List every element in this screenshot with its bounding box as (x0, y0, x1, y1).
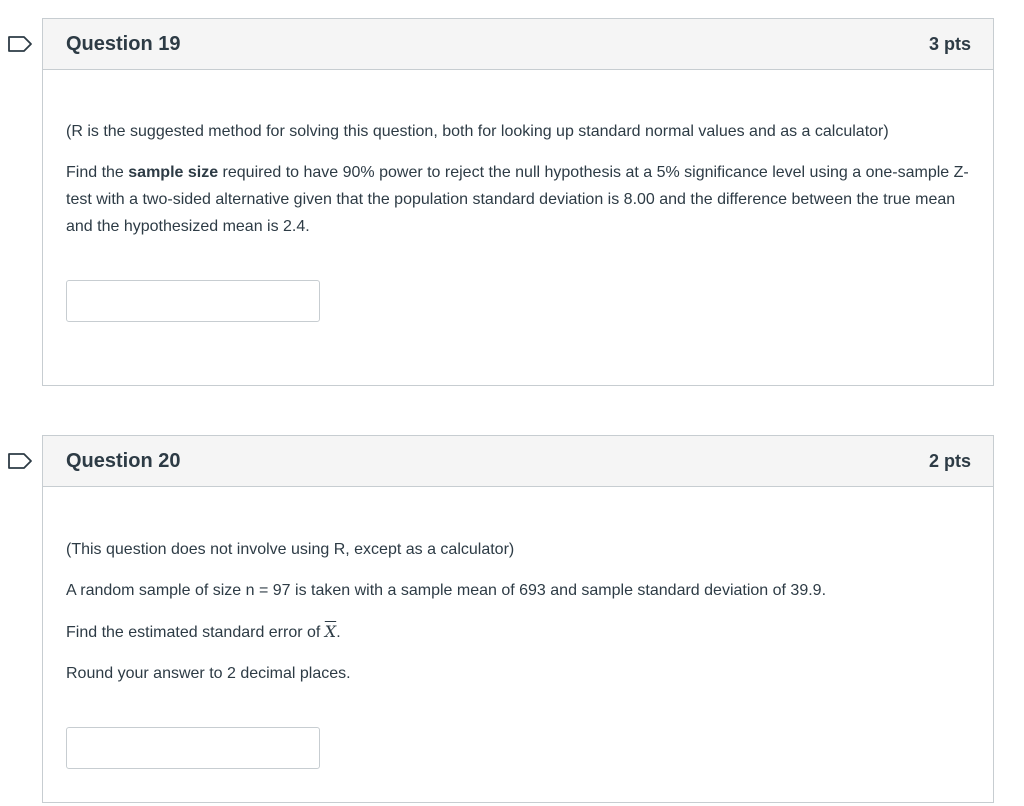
question-line: A random sample of size n = 97 is taken … (66, 582, 827, 599)
question-19: Question 19 3 pts (R is the suggested me… (42, 18, 994, 386)
question-points: 2 pts (928, 450, 971, 471)
answer-input[interactable] (66, 727, 320, 769)
flag-question-icon[interactable] (8, 36, 33, 52)
line-text: Find the estimated standard error of (66, 624, 325, 641)
flag-question-icon[interactable] (8, 453, 33, 469)
question-note: (This question does not involve using R,… (66, 541, 515, 558)
answer-input[interactable] (66, 280, 320, 322)
question-header: Question 19 3 pts (43, 19, 993, 70)
prompt-bold: sample size (128, 164, 219, 181)
question-note: (R is the suggested method for solving t… (66, 123, 889, 140)
question-20: Question 20 2 pts (This question does no… (42, 435, 994, 803)
question-title: Question 19 (66, 32, 181, 55)
question-body: (This question does not involve using R,… (43, 487, 993, 769)
line-text-end: . (336, 624, 341, 641)
quiz-page: Question 19 3 pts (R is the suggested me… (0, 0, 1024, 806)
question-prompt: Find the sample size required to have 90… (66, 159, 970, 240)
question-header: Question 20 2 pts (43, 436, 993, 487)
question-line: Round your answer to 2 decimal places. (66, 665, 351, 682)
x-bar-symbol: X (324, 622, 337, 641)
question-line: Find the estimated standard error of X. (66, 618, 970, 646)
question-title: Question 20 (66, 449, 181, 472)
question-body: (R is the suggested method for solving t… (43, 70, 993, 322)
question-points: 3 pts (928, 33, 971, 54)
prompt-text: Find the (66, 164, 129, 181)
